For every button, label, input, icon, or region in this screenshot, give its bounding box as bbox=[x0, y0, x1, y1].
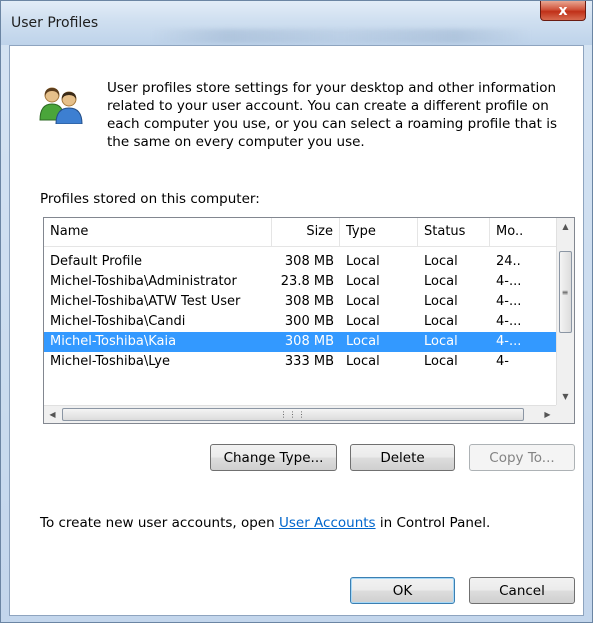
cell-size: 308 MB bbox=[284, 334, 334, 349]
column-header-modified[interactable]: Mo.. bbox=[490, 218, 556, 246]
table-row[interactable]: Default Profile 308 MB Local Local 24.. bbox=[44, 252, 556, 272]
vertical-scrollbar[interactable]: ▲ ≡ ▼ bbox=[556, 218, 574, 405]
cell-modified: 4-... bbox=[496, 334, 522, 349]
cell-status: Local bbox=[424, 294, 458, 309]
cell-modified: 4-... bbox=[496, 274, 522, 289]
cell-type: Local bbox=[346, 294, 380, 309]
close-icon: x bbox=[558, 2, 568, 19]
cell-type: Local bbox=[346, 314, 380, 329]
cell-type: Local bbox=[346, 274, 380, 289]
title-bar[interactable]: User Profiles x bbox=[1, 1, 592, 45]
cell-size: 300 MB bbox=[284, 314, 334, 329]
cell-modified: 4-... bbox=[496, 294, 522, 309]
list-header: Name Size Type Status Mo.. bbox=[44, 218, 556, 247]
cell-status: Local bbox=[424, 254, 458, 269]
column-header-size[interactable]: Size bbox=[272, 218, 340, 246]
arrow-up-icon[interactable]: ▲ bbox=[557, 218, 574, 235]
cell-status: Local bbox=[424, 314, 458, 329]
profile-rows: Default Profile 308 MB Local Local 24.. … bbox=[44, 252, 556, 372]
cell-name: Michel-Toshiba\Administrator bbox=[50, 274, 237, 289]
ok-button[interactable]: OK bbox=[350, 577, 455, 604]
profiles-label: Profiles stored on this computer: bbox=[40, 191, 260, 207]
cell-type: Local bbox=[346, 354, 380, 369]
arrow-left-icon[interactable]: ◀ bbox=[44, 406, 61, 423]
vertical-scroll-thumb[interactable]: ≡ bbox=[559, 251, 572, 333]
cell-name: Default Profile bbox=[50, 254, 143, 269]
cell-name: Michel-Toshiba\Lye bbox=[50, 354, 170, 369]
cell-size: 308 MB bbox=[284, 294, 334, 309]
window-title: User Profiles bbox=[11, 15, 99, 31]
change-type-button[interactable]: Change Type... bbox=[210, 444, 337, 471]
hint-suffix: in Control Panel. bbox=[375, 515, 491, 531]
title-bar-background bbox=[151, 29, 531, 43]
cell-status: Local bbox=[424, 334, 458, 349]
user-accounts-link[interactable]: User Accounts bbox=[279, 515, 376, 531]
cell-modified: 4- bbox=[496, 354, 509, 369]
users-icon bbox=[39, 87, 83, 124]
intro-text: User profiles store settings for your de… bbox=[107, 80, 558, 150]
arrow-down-icon[interactable]: ▼ bbox=[557, 388, 574, 405]
table-row[interactable]: Michel-Toshiba\Lye 333 MB Local Local 4- bbox=[44, 352, 556, 372]
column-header-status[interactable]: Status bbox=[418, 218, 490, 246]
cell-name: Michel-Toshiba\Kaia bbox=[50, 334, 177, 349]
cell-status: Local bbox=[424, 354, 458, 369]
hint-prefix: To create new user accounts, open bbox=[40, 515, 279, 531]
delete-button[interactable]: Delete bbox=[350, 444, 455, 471]
cell-modified: 24.. bbox=[496, 254, 521, 269]
table-row[interactable]: Michel-Toshiba\Candi 300 MB Local Local … bbox=[44, 312, 556, 332]
grip-icon: ⋮⋮⋮ bbox=[279, 410, 307, 419]
cancel-button[interactable]: Cancel bbox=[469, 577, 575, 604]
cell-size: 308 MB bbox=[284, 254, 334, 269]
user-profiles-dialog: User Profiles x User profiles store sett… bbox=[0, 0, 593, 623]
cell-name: Michel-Toshiba\Candi bbox=[50, 314, 186, 329]
table-row-selected[interactable]: Michel-Toshiba\Kaia 308 MB Local Local 4… bbox=[44, 332, 556, 352]
close-button[interactable]: x bbox=[540, 1, 586, 21]
horizontal-scroll-thumb[interactable]: ⋮⋮⋮ bbox=[62, 408, 524, 421]
arrow-right-icon[interactable]: ▶ bbox=[539, 406, 556, 423]
cell-size: 23.8 MB bbox=[280, 274, 334, 289]
dialog-content: User profiles store settings for your de… bbox=[9, 45, 584, 616]
scrollbar-corner bbox=[556, 405, 574, 423]
cell-type: Local bbox=[346, 334, 380, 349]
table-row[interactable]: Michel-Toshiba\Administrator 23.8 MB Loc… bbox=[44, 272, 556, 292]
cell-size: 333 MB bbox=[284, 354, 334, 369]
cell-status: Local bbox=[424, 274, 458, 289]
column-header-name[interactable]: Name bbox=[44, 218, 272, 246]
column-header-type[interactable]: Type bbox=[340, 218, 418, 246]
cell-modified: 4-... bbox=[496, 314, 522, 329]
hint-text: To create new user accounts, open User A… bbox=[40, 515, 490, 531]
cell-name: Michel-Toshiba\ATW Test User bbox=[50, 294, 241, 309]
horizontal-scrollbar[interactable]: ◀ ⋮⋮⋮ ▶ bbox=[44, 405, 556, 423]
grip-icon: ≡ bbox=[561, 287, 570, 297]
profiles-list[interactable]: Name Size Type Status Mo.. Default Profi… bbox=[43, 217, 575, 424]
cell-type: Local bbox=[346, 254, 380, 269]
table-row[interactable]: Michel-Toshiba\ATW Test User 308 MB Loca… bbox=[44, 292, 556, 312]
copy-to-button[interactable]: Copy To... bbox=[469, 444, 575, 471]
